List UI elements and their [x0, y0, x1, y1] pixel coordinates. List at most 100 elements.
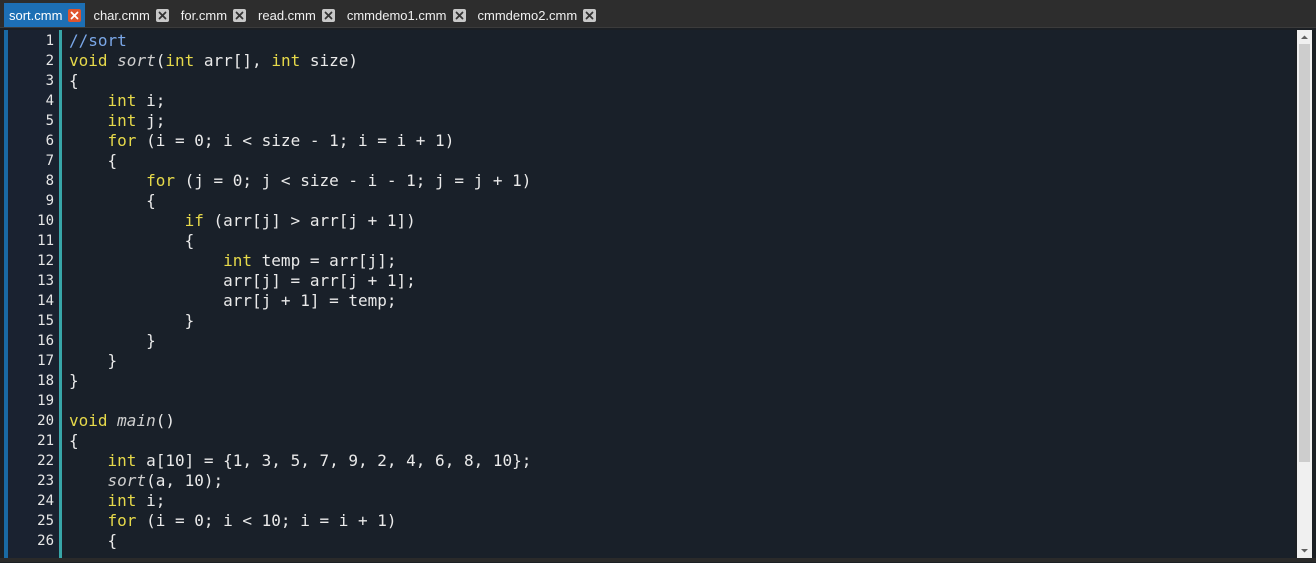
comment-token: //sort	[69, 31, 127, 50]
code-token: (j = 0; j < size - i - 1; j = j + 1)	[174, 171, 532, 190]
line-number-gutter: 1 2 3 4 5 6 7 8 9 10 11 12 13 14 15 16 17 18 19 20 21 22 23 24 2…	[4, 30, 62, 558]
line-number: 2	[45, 53, 54, 69]
tab-4[interactable]: cmmdemo1.cmm	[342, 3, 470, 27]
line-number: 26	[37, 533, 54, 549]
code-token: i;	[136, 91, 166, 110]
code-line[interactable]: {	[69, 231, 1295, 251]
close-icon[interactable]	[452, 8, 466, 22]
code-line[interactable]: }	[69, 351, 1295, 371]
code-area[interactable]: //sort void sort(int arr[], int size){ in…	[69, 31, 1295, 551]
keyword-token: int	[165, 51, 195, 70]
code-token: {	[69, 151, 118, 170]
close-icon[interactable]	[68, 8, 82, 22]
close-icon[interactable]	[583, 8, 597, 22]
scroll-up-arrow-icon[interactable]	[1297, 30, 1312, 45]
tab-1[interactable]: char.cmm	[88, 3, 172, 27]
close-icon[interactable]	[233, 8, 247, 22]
code-line[interactable]	[69, 391, 1295, 411]
code-token: {	[69, 431, 79, 450]
code-line[interactable]: int i;	[69, 491, 1295, 511]
line-number: 15	[37, 313, 54, 329]
code-token: {	[69, 531, 118, 550]
line-number: 6	[45, 133, 54, 149]
line-number: 3	[45, 73, 54, 89]
tab-3[interactable]: read.cmm	[253, 3, 339, 27]
code-line[interactable]: for (j = 0; j < size - i - 1; j = j + 1)	[69, 171, 1295, 191]
code-line[interactable]: }	[69, 371, 1295, 391]
code-line[interactable]: int i;	[69, 91, 1295, 111]
close-icon[interactable]	[155, 8, 169, 22]
code-line[interactable]: {	[69, 531, 1295, 551]
code-line[interactable]: {	[69, 71, 1295, 91]
tab-label: cmmdemo1.cmm	[346, 7, 447, 23]
function-name-token: sort	[117, 51, 156, 70]
code-line[interactable]: for (i = 0; i < size - 1; i = i + 1)	[69, 131, 1295, 151]
function-name-token: sort	[107, 471, 147, 490]
line-number: 10	[37, 213, 54, 229]
tab-2[interactable]: for.cmm	[176, 3, 250, 27]
tab-5[interactable]: cmmdemo2.cmm	[473, 3, 601, 27]
code-line[interactable]: {	[69, 191, 1295, 211]
code-line[interactable]: void sort(int arr[], int size)	[69, 51, 1295, 71]
line-number: 4	[45, 93, 54, 109]
scrollbar-thumb[interactable]	[1299, 44, 1310, 462]
tab-label: read.cmm	[258, 7, 316, 23]
code-token: (i = 0; i < size - 1; i = i + 1)	[136, 131, 455, 150]
code-line[interactable]: arr[j + 1] = temp;	[69, 291, 1295, 311]
line-number: 23	[37, 473, 54, 489]
keyword-token: void	[69, 51, 108, 70]
code-line[interactable]: void main()	[69, 411, 1295, 431]
code-token: }	[69, 371, 79, 390]
tab-0[interactable]: sort.cmm	[4, 3, 86, 27]
line-number: 5	[45, 113, 54, 129]
scroll-down-arrow-icon[interactable]	[1297, 543, 1312, 558]
line-number: 19	[37, 393, 54, 409]
line-number: 16	[37, 333, 54, 349]
keyword-token: void	[69, 411, 108, 430]
line-number: 9	[45, 193, 54, 209]
code-line[interactable]: int j;	[69, 111, 1295, 131]
code-line[interactable]: //sort	[69, 31, 1295, 51]
code-token: j;	[136, 111, 166, 130]
code-token: (arr[j] > arr[j + 1])	[203, 211, 416, 230]
code-token: size)	[300, 51, 359, 70]
code-editor[interactable]: 1 2 3 4 5 6 7 8 9 10 11 12 13 14 15 16 17 18 19 20 21 22 23 24 2…	[4, 30, 1295, 558]
keyword-token: int	[271, 51, 301, 70]
keyword-token: int	[223, 251, 253, 270]
close-icon[interactable]	[321, 8, 335, 22]
vertical-scrollbar[interactable]	[1297, 30, 1312, 558]
keyword-token: int	[107, 451, 137, 470]
keyword-token: for	[146, 171, 175, 190]
code-line[interactable]: for (i = 0; i < 10; i = i + 1)	[69, 511, 1295, 531]
keyword-token: int	[107, 111, 137, 130]
code-line[interactable]: int temp = arr[j];	[69, 251, 1295, 271]
code-line[interactable]: int a[10] = {1, 3, 5, 7, 9, 2, 4, 6, 8, …	[69, 451, 1295, 471]
tab-list: sort.cmm char.cmm for.cmm read.cmm cmmdemo1.…	[4, 3, 603, 27]
line-number: 20	[37, 413, 54, 429]
code-line[interactable]: }	[69, 311, 1295, 331]
code-token: arr[j] = arr[j + 1];	[69, 271, 416, 290]
code-line[interactable]: sort(a, 10);	[69, 471, 1295, 491]
line-number: 21	[37, 433, 54, 449]
line-number: 24	[37, 493, 54, 509]
code-line[interactable]: }	[69, 331, 1295, 351]
code-line[interactable]: arr[j] = arr[j + 1];	[69, 271, 1295, 291]
code-line[interactable]: {	[69, 151, 1295, 171]
line-number: 7	[45, 153, 54, 169]
code-line[interactable]: if (arr[j] > arr[j + 1])	[69, 211, 1295, 231]
code-token: }	[69, 351, 118, 370]
bottom-border	[0, 558, 1316, 562]
line-number: 13	[37, 273, 54, 289]
tab-label: cmmdemo2.cmm	[477, 7, 578, 23]
line-numbers: 1 2 3 4 5 6 7 8 9 10 11 12 13 14 15 16 17 18 19 20 21 22 23 24 2…	[4, 31, 54, 551]
keyword-token: if	[184, 211, 204, 230]
code-line[interactable]: {	[69, 431, 1295, 451]
